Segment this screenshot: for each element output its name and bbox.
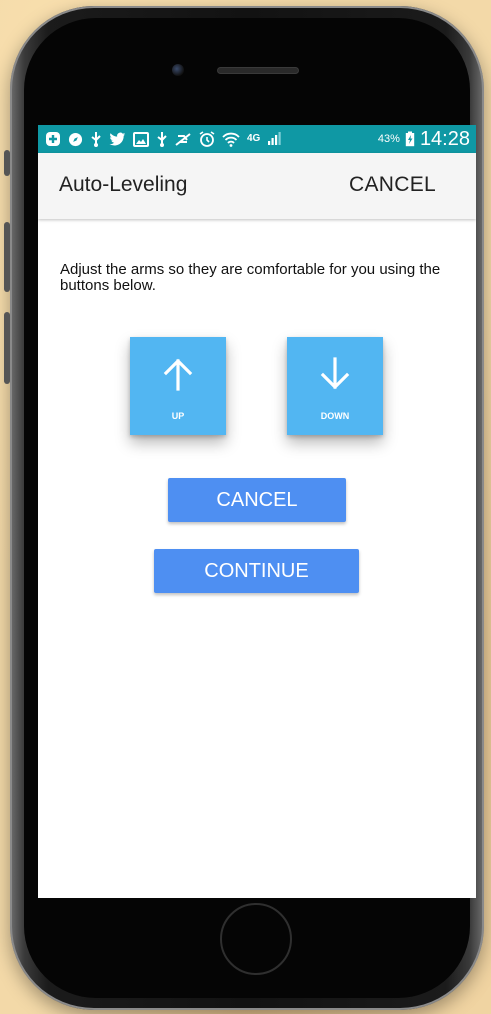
mute-icon <box>175 132 192 147</box>
usb-icon <box>90 131 102 147</box>
compass-icon <box>68 132 83 147</box>
image-icon <box>133 131 149 147</box>
battery-charging-icon <box>405 131 415 147</box>
battery-percent: 43% <box>377 133 400 145</box>
4g-icon: 4G <box>247 133 261 144</box>
mute-switch <box>4 150 10 176</box>
clock: 14:28 <box>419 127 470 150</box>
status-right: 43% 14:28 <box>378 125 470 153</box>
screen: 4G 43% 14:28 Auto-Leveling CANCEL Adjust… <box>38 125 476 898</box>
page-title: Auto-Leveling <box>59 173 188 196</box>
arrow-up-icon <box>163 358 193 391</box>
volume-up-button <box>4 222 10 292</box>
down-button[interactable]: DOWN <box>287 337 383 435</box>
up-button[interactable]: UP <box>130 337 226 435</box>
front-camera <box>172 64 184 76</box>
arrow-down-icon <box>320 357 350 390</box>
continue-button[interactable]: CONTINUE <box>154 549 359 593</box>
home-button[interactable] <box>220 903 292 975</box>
instructions-text: Adjust the arms so they are comfortable … <box>60 261 441 294</box>
earpiece-speaker <box>218 68 298 73</box>
up-label: UP <box>171 411 185 421</box>
cancel-button[interactable]: CANCEL <box>168 478 346 522</box>
appbar-cancel-button[interactable]: CANCEL <box>349 173 436 197</box>
status-bar: 4G 43% 14:28 <box>38 125 476 153</box>
volume-down-button <box>4 312 10 384</box>
signal-icon <box>267 132 282 146</box>
notification-icons: 4G <box>38 125 282 153</box>
down-label: DOWN <box>320 411 350 421</box>
alarm-icon <box>199 131 215 147</box>
twitter-icon <box>109 132 126 147</box>
app-bar: Auto-Leveling CANCEL <box>38 153 476 219</box>
usb-icon <box>156 131 168 147</box>
shield-plus-icon <box>45 131 61 147</box>
wifi-icon <box>222 132 240 147</box>
